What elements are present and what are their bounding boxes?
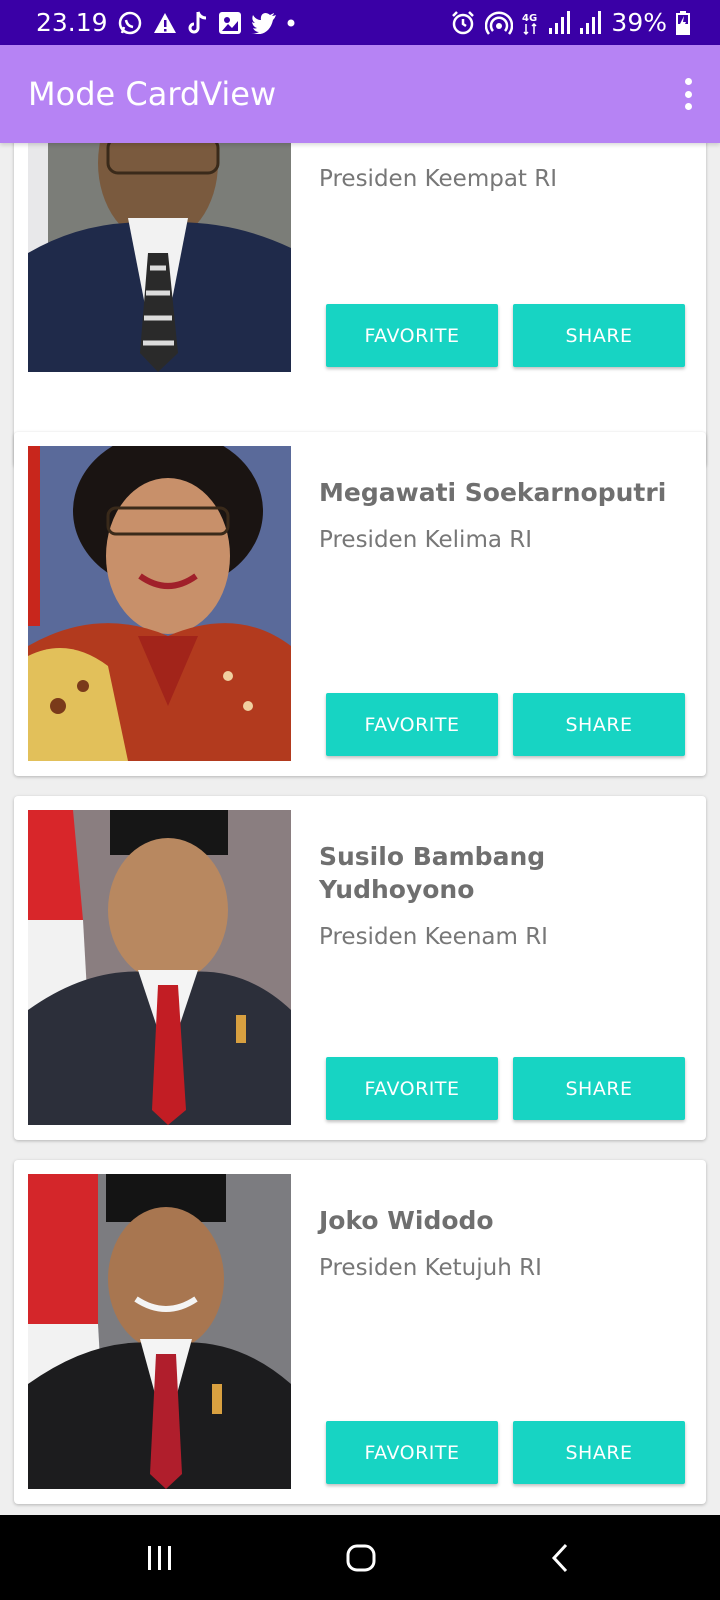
president-photo xyxy=(28,810,291,1125)
favorite-button[interactable]: FAVORITE xyxy=(326,1421,498,1484)
president-photo xyxy=(28,446,291,761)
hotspot-icon xyxy=(485,10,514,36)
status-time: 23.19 xyxy=(36,8,108,37)
card-president-6: Susilo Bambang Yudhoyono Presiden Keenam… xyxy=(14,796,706,1140)
dot-icon xyxy=(286,10,296,36)
card-president-7: Joko Widodo Presiden Ketujuh RI FAVORITE… xyxy=(14,1160,706,1504)
card-role: Presiden Keempat RI xyxy=(319,166,558,192)
card-name: Megawati Soekarnoputri xyxy=(319,478,667,507)
president-photo xyxy=(28,143,291,372)
alert-icon xyxy=(152,10,178,36)
share-button[interactable]: SHARE xyxy=(513,693,685,756)
card-role: Presiden Ketujuh RI xyxy=(319,1255,542,1281)
card-president-4: Presiden Keempat RI FAVORITE SHARE xyxy=(14,143,706,467)
card-president-5: Megawati Soekarnoputri Presiden Kelima R… xyxy=(14,432,706,776)
signal-icon xyxy=(549,10,571,36)
signal-icon xyxy=(580,10,602,36)
battery-icon xyxy=(676,10,690,36)
share-button[interactable]: SHARE xyxy=(513,1057,685,1120)
svg-text:4G: 4G xyxy=(522,13,537,24)
share-button[interactable]: SHARE xyxy=(513,1421,685,1484)
card-name: Joko Widodo xyxy=(319,1206,494,1235)
whatsapp-icon xyxy=(117,10,143,36)
tiktok-icon xyxy=(187,10,209,36)
battery-percent: 39% xyxy=(611,8,667,37)
favorite-button[interactable]: FAVORITE xyxy=(326,1057,498,1120)
gallery-icon xyxy=(218,10,242,36)
more-vert-icon[interactable] xyxy=(678,78,698,110)
card-role: Presiden Keenam RI xyxy=(319,924,548,950)
twitter-icon xyxy=(250,10,277,36)
card-list[interactable]: Presiden Keempat RI FAVORITE SHARE Megaw… xyxy=(0,143,720,1515)
alarm-icon xyxy=(450,10,476,36)
back-icon[interactable] xyxy=(548,1540,572,1576)
share-button[interactable]: SHARE xyxy=(513,304,685,367)
card-name: Susilo Bambang Yudhoyono xyxy=(319,842,546,904)
favorite-button[interactable]: FAVORITE xyxy=(326,304,498,367)
recents-icon[interactable] xyxy=(145,1540,175,1576)
navigation-bar xyxy=(0,1515,720,1600)
app-bar: Mode CardView xyxy=(0,45,720,143)
home-icon[interactable] xyxy=(344,1540,378,1576)
favorite-button[interactable]: FAVORITE xyxy=(326,693,498,756)
president-photo xyxy=(28,1174,291,1489)
4g-icon: 4G xyxy=(522,10,540,36)
app-title: Mode CardView xyxy=(28,75,277,113)
status-bar: 23.19 4G 39% xyxy=(0,0,720,45)
card-role: Presiden Kelima RI xyxy=(319,527,533,553)
